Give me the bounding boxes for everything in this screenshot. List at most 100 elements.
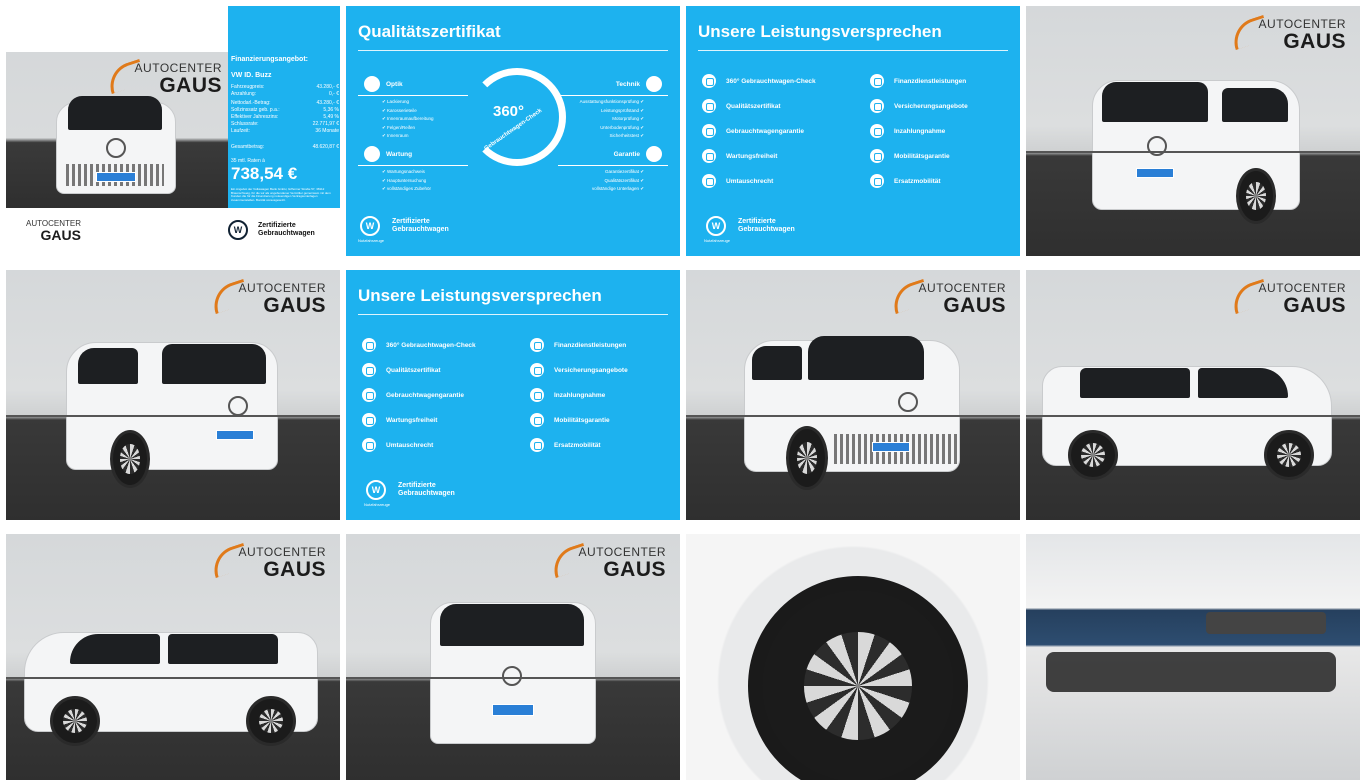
car-icon xyxy=(870,149,884,163)
trade-in-icon xyxy=(530,388,544,402)
promise-item: 360° Gebrauchtwagen-Check xyxy=(702,74,816,88)
quality-title: Qualitätszertifikat xyxy=(358,22,501,41)
financing-row: Sollzinssatz geb. p.a.: 5,36 % xyxy=(231,107,339,113)
gallery-thumb-door-interior[interactable] xyxy=(1026,534,1360,780)
certified-label: Zertifizierte Gebrauchtwagen xyxy=(258,222,315,238)
promise-item: Gebrauchtwagengarantie xyxy=(362,388,464,402)
promise-item: Inzahlungnahme xyxy=(530,388,605,402)
car-rear-quarter xyxy=(1092,68,1302,228)
dealer-logo: AUTOCENTER GAUS xyxy=(1227,278,1346,316)
promise-item: Versicherungsangebote xyxy=(870,99,968,113)
monthly-rate: 738,54 € xyxy=(231,164,298,183)
certificate-icon xyxy=(702,99,716,113)
finance-icon xyxy=(530,338,544,352)
gallery-thumb-financing[interactable]: AUTOCENTER GAUS Finanzierungsangebot: VW… xyxy=(6,6,340,256)
promise-item: Wartungsfreiheit xyxy=(362,413,437,427)
quality-section-wartung: Wartung ✔ Wartungsnachweis ✔ Hauptunters… xyxy=(358,146,468,195)
shield-icon xyxy=(646,146,662,162)
financing-row: Effektiver Jahreszins: 5,49 % xyxy=(231,114,339,120)
car-rear-quarter-left xyxy=(66,330,280,490)
promise-item: Finanzdienstleistungen xyxy=(530,338,626,352)
gallery-thumb-rear-quarter-left[interactable]: AUTOCENTER GAUS xyxy=(6,270,340,520)
promise-item: Umtauschrecht xyxy=(362,438,433,452)
insurance-icon xyxy=(870,99,884,113)
promise-item: Wartungsfreiheit xyxy=(702,149,777,163)
dealer-logo: AUTOCENTER GAUS xyxy=(103,58,222,96)
gallery-thumb-rear[interactable]: AUTOCENTER GAUS xyxy=(346,534,680,780)
vw-logo-icon: W xyxy=(228,220,248,240)
wrench-icon xyxy=(364,146,380,162)
promise-item: 360° Gebrauchtwagen-Check xyxy=(362,338,476,352)
car-side-left xyxy=(24,622,320,752)
dealer-logo: AUTOCENTER GAUS xyxy=(207,278,326,316)
vw-logo-icon: W xyxy=(706,216,726,236)
promise-item: Qualitätszertifikat xyxy=(362,363,441,377)
promise-item: Mobilitätsgarantie xyxy=(530,413,610,427)
gallery-thumb-side-right[interactable]: AUTOCENTER GAUS xyxy=(1026,270,1360,520)
car-front-quarter xyxy=(744,330,964,495)
promise-item: Inzahlungnahme xyxy=(870,124,945,138)
replacement-car-icon xyxy=(530,438,544,452)
promise-item: Versicherungsangebote xyxy=(530,363,628,377)
gallery-thumb-service-promise-2[interactable]: Unsere Leistungsversprechen 360° Gebrauc… xyxy=(346,270,680,520)
promise-title: Unsere Leistungsversprechen xyxy=(698,22,942,41)
quality-section-garantie: Garantie Garantiezertifikat ✔ Qualitätsz… xyxy=(558,146,668,195)
gallery-thumb-side-left[interactable]: AUTOCENTER GAUS xyxy=(6,534,340,780)
car-side-right xyxy=(1042,356,1334,486)
promise-item: Ersatzmobilität xyxy=(870,174,941,188)
vw-logo-icon: W xyxy=(366,480,386,500)
engine-icon xyxy=(646,76,662,92)
wrench-icon xyxy=(362,413,376,427)
check-360-ring: 360° Gebrauchtwagen-Check xyxy=(468,68,566,166)
promise-item: Gebrauchtwagengarantie xyxy=(702,124,804,138)
quality-section-optik: Optik ✔ Lackierung ✔ Karosserieteile ✔ I… xyxy=(358,76,468,142)
promise-title: Unsere Leistungsversprechen xyxy=(358,286,602,305)
wrench-icon xyxy=(702,149,716,163)
promise-item: Ersatzmobilität xyxy=(530,438,601,452)
door-pocket xyxy=(1046,652,1336,692)
insurance-icon xyxy=(530,363,544,377)
exchange-icon xyxy=(702,174,716,188)
fine-print: Ein Angebot der Volkswagen Bank GmbH, Gi… xyxy=(231,187,331,202)
exchange-icon xyxy=(362,438,376,452)
vw-logo-icon: W xyxy=(360,216,380,236)
financing-footer: AUTOCENTER GAUS W Zertifizierte Gebraucht… xyxy=(6,208,340,256)
shield-icon xyxy=(362,388,376,402)
promise-item: Umtauschrecht xyxy=(702,174,773,188)
wheel-closeup xyxy=(748,576,968,780)
dealer-logo: AUTOCENTER GAUS xyxy=(1227,14,1346,52)
door-handle xyxy=(1206,612,1326,634)
quality-section-technik: Technik Ausstattungsfunktionsprüfung ✔ L… xyxy=(558,76,668,142)
check-icon xyxy=(702,74,716,88)
check-icon xyxy=(362,338,376,352)
car-icon xyxy=(530,413,544,427)
financing-panel: Finanzierungsangebot: VW ID. Buzz Fahrze… xyxy=(228,6,340,208)
certified-badge: W Zertifizierte Gebrauchtwagen Nutzfahrze… xyxy=(358,216,449,243)
financing-model: VW ID. Buzz xyxy=(231,72,272,79)
financing-row: Schlussrate: 22.771,97 € xyxy=(231,121,339,127)
dealer-logo: AUTOCENTER GAUS xyxy=(207,542,326,580)
car-rear xyxy=(430,598,598,758)
dealer-logo: AUTOCENTER GAUS xyxy=(26,219,81,243)
financing-row: Gesamtbetrag: 48.620,87 € xyxy=(231,144,339,150)
gallery-thumb-service-promise[interactable]: Unsere Leistungsversprechen 360° Gebrauc… xyxy=(686,6,1020,256)
certified-badge: W Zertifizierte Gebrauchtwagen Nutzfahrze… xyxy=(364,480,455,507)
financing-row: Anzahlung: 0,- € xyxy=(231,91,339,97)
certified-badge: W Zertifizierte Gebrauchtwagen Nutzfahrze… xyxy=(704,216,795,243)
promise-item: Qualitätszertifikat xyxy=(702,99,781,113)
paint-icon xyxy=(364,76,380,92)
financing-row: Fahrzeugpreis: 43.280,- € xyxy=(231,84,339,90)
gallery-thumb-quality-certificate[interactable]: Qualitätszertifikat 360° Gebrauchtwagen-… xyxy=(346,6,680,256)
gallery-thumb-front-quarter[interactable]: AUTOCENTER GAUS xyxy=(686,270,1020,520)
shield-icon xyxy=(702,124,716,138)
finance-icon xyxy=(870,74,884,88)
dealer-logo: AUTOCENTER GAUS xyxy=(547,542,666,580)
gallery-thumb-rear-quarter[interactable]: AUTOCENTER GAUS xyxy=(1026,6,1360,256)
trade-in-icon xyxy=(870,124,884,138)
certificate-icon xyxy=(362,363,376,377)
dealer-logo: AUTOCENTER GAUS xyxy=(887,278,1006,316)
replacement-car-icon xyxy=(870,174,884,188)
gallery-thumb-wheel[interactable] xyxy=(686,534,1020,780)
promise-item: Mobilitätsgarantie xyxy=(870,149,950,163)
financing-row: Laufzeit: 36 Monate xyxy=(231,128,339,134)
